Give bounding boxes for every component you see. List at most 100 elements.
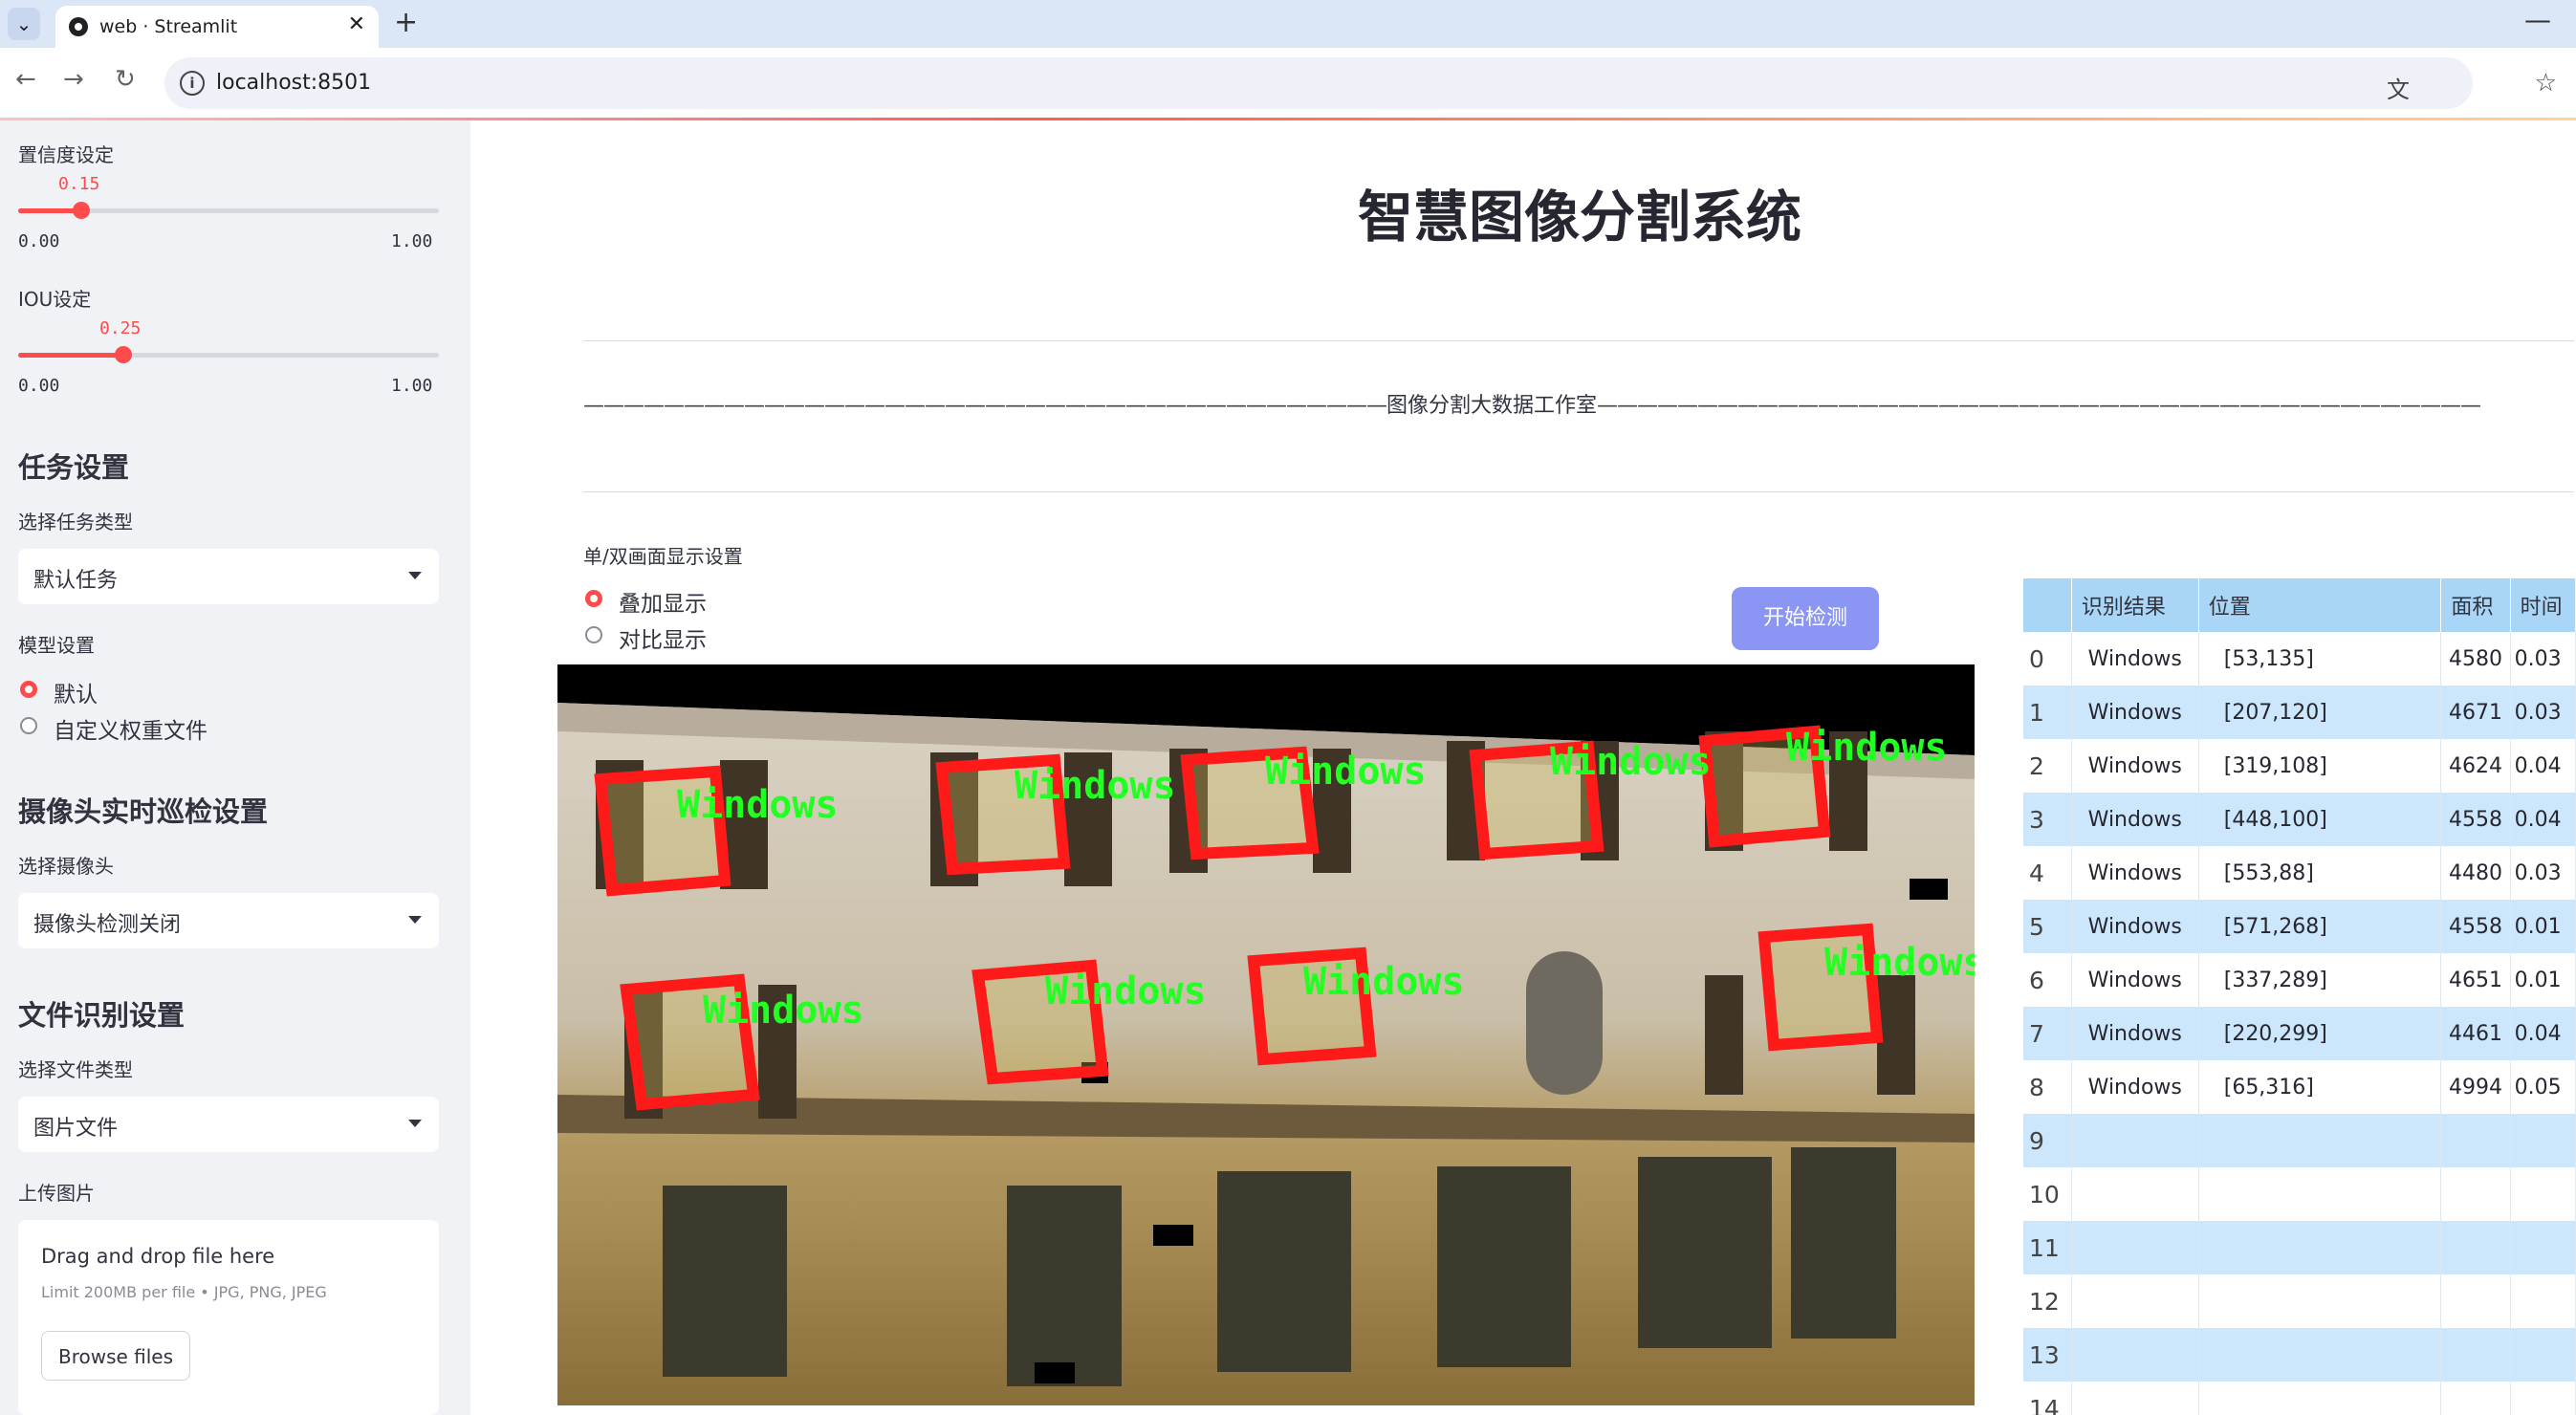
row-time: 0.03 — [2510, 632, 2576, 686]
table-row[interactable]: 8 Windows [65,316] 4994 0.05 — [2023, 1060, 2576, 1114]
url-text[interactable]: localhost:8501 — [216, 71, 371, 95]
table-row[interactable]: 6 Windows [337,289] 4651 0.01 — [2023, 953, 2576, 1007]
row-position: [220,299] — [2198, 1007, 2442, 1060]
table-row[interactable]: 4 Windows [553,88] 4480 0.03 — [2023, 846, 2576, 900]
model-option-label: 自定义权重文件 — [54, 719, 207, 744]
browse-files-button[interactable]: Browse files — [41, 1331, 190, 1381]
iou-value: 0.25 — [99, 318, 142, 338]
display-option-label: 叠加显示 — [619, 592, 707, 617]
table-row[interactable]: 2 Windows [319,108] 4624 0.04 — [2023, 739, 2576, 793]
row-time — [2510, 1382, 2576, 1415]
site-info-icon[interactable]: i — [180, 71, 205, 96]
table-row[interactable]: 0 Windows [53,135] 4580 0.03 — [2023, 632, 2576, 686]
table-row[interactable]: 5 Windows [571,268] 4558 0.01 — [2023, 900, 2576, 953]
row-position: [571,268] — [2198, 900, 2442, 953]
reload-icon[interactable]: ↻ — [115, 65, 136, 94]
row-time — [2510, 1274, 2576, 1328]
row-time: 0.04 — [2510, 793, 2576, 846]
radio-selected-icon[interactable] — [585, 590, 602, 607]
confidence-slider[interactable] — [18, 202, 439, 219]
camera-select[interactable]: 摄像头检测关闭 — [18, 893, 439, 948]
row-index: 11 — [2023, 1221, 2072, 1274]
confidence-slider-thumb[interactable] — [73, 202, 90, 219]
row-class — [2071, 1274, 2199, 1328]
column-header-position[interactable]: 位置 — [2198, 578, 2442, 632]
row-area: 4558 — [2440, 900, 2511, 953]
row-position — [2198, 1221, 2442, 1274]
translate-icon[interactable]: ⽂ — [2387, 71, 2410, 104]
row-class — [2071, 1167, 2199, 1221]
iou-slider-thumb[interactable] — [115, 346, 132, 363]
browser-tab[interactable]: web · Streamlit ✕ — [55, 6, 379, 48]
iou-max: 1.00 — [391, 376, 433, 396]
row-time: 0.03 — [2510, 846, 2576, 900]
row-index: 1 — [2023, 686, 2072, 739]
table-row[interactable]: 10 — [2023, 1167, 2576, 1221]
iou-slider[interactable] — [18, 346, 439, 363]
file-settings-header: 文件识别设置 — [18, 999, 186, 1032]
row-area — [2440, 1221, 2511, 1274]
divider — [583, 340, 2574, 341]
camera-settings-header: 摄像头实时巡检设置 — [18, 795, 269, 828]
row-class: Windows — [2071, 632, 2199, 686]
row-time: 0.05 — [2510, 1060, 2576, 1114]
row-position — [2198, 1114, 2442, 1167]
row-time: 0.01 — [2510, 953, 2576, 1007]
back-icon[interactable]: ← — [15, 65, 36, 94]
row-index: 6 — [2023, 953, 2072, 1007]
row-index: 5 — [2023, 900, 2072, 953]
table-row[interactable]: 1 Windows [207,120] 4671 0.03 — [2023, 686, 2576, 739]
file-dropzone[interactable]: Drag and drop file here Limit 200MB per … — [18, 1220, 439, 1415]
table-row[interactable]: 7 Windows [220,299] 4461 0.04 — [2023, 1007, 2576, 1060]
detection-label: Windows — [1786, 726, 1948, 770]
row-position: [448,100] — [2198, 793, 2442, 846]
row-class — [2071, 1328, 2199, 1382]
column-header-area[interactable]: 面积 — [2440, 578, 2511, 632]
row-area: 4994 — [2440, 1060, 2511, 1114]
row-index: 13 — [2023, 1328, 2072, 1382]
forward-icon[interactable]: → — [63, 65, 84, 94]
row-position — [2198, 1167, 2442, 1221]
table-row[interactable]: 9 — [2023, 1114, 2576, 1167]
chevron-down-icon — [408, 1120, 422, 1127]
new-tab-icon[interactable]: + — [394, 6, 418, 39]
column-header-time[interactable]: 时间 — [2510, 578, 2576, 632]
detection-label: Windows — [703, 989, 864, 1033]
table-row[interactable]: 12 — [2023, 1274, 2576, 1328]
model-settings-label: 模型设置 — [18, 634, 95, 657]
row-time: 0.01 — [2510, 900, 2576, 953]
row-area — [2440, 1328, 2511, 1382]
iou-slider-fill — [18, 353, 123, 358]
tab-list-dropdown-icon[interactable]: ⌄ — [8, 8, 40, 40]
table-row[interactable]: 13 — [2023, 1328, 2576, 1382]
bookmark-star-icon[interactable]: ☆ — [2535, 69, 2557, 98]
row-index: 4 — [2023, 846, 2072, 900]
confidence-label: 置信度设定 — [18, 143, 114, 166]
minimize-window-icon[interactable]: — — [2524, 4, 2551, 35]
detection-label: Windows — [677, 783, 839, 827]
row-class: Windows — [2071, 1007, 2199, 1060]
results-table: 识别结果 位置 面积 时间 0 Windows [53,135] 4580 0.03 1 W… — [2023, 578, 2576, 1415]
table-row[interactable]: 11 — [2023, 1221, 2576, 1274]
radio-unselected-icon[interactable] — [585, 626, 602, 643]
confidence-min: 0.00 — [18, 231, 60, 251]
address-bar[interactable]: i localhost:8501 ⽂ — [164, 57, 2473, 109]
dropzone-limit: Limit 200MB per file • JPG, PNG, JPEG — [41, 1283, 327, 1301]
upload-label: 上传图片 — [18, 1182, 95, 1205]
radio-selected-icon[interactable] — [20, 681, 37, 698]
streamlit-favicon-icon — [69, 17, 88, 36]
tab-close-icon[interactable]: ✕ — [348, 12, 365, 36]
row-index: 7 — [2023, 1007, 2072, 1060]
row-class: Windows — [2071, 953, 2199, 1007]
row-time — [2510, 1114, 2576, 1167]
table-row[interactable]: 14 — [2023, 1382, 2576, 1415]
banner-dashes-right: ————————————————————————————————————————… — [1597, 394, 2481, 418]
table-row[interactable]: 3 Windows [448,100] 4558 0.04 — [2023, 793, 2576, 846]
column-header-class[interactable]: 识别结果 — [2071, 578, 2199, 632]
radio-unselected-icon[interactable] — [20, 717, 37, 734]
row-index: 0 — [2023, 632, 2072, 686]
task-type-select[interactable]: 默认任务 — [18, 549, 439, 604]
start-detection-button[interactable]: 开始检测 — [1732, 587, 1879, 650]
column-header-index[interactable] — [2023, 578, 2072, 632]
file-type-select[interactable]: 图片文件 — [18, 1097, 439, 1152]
